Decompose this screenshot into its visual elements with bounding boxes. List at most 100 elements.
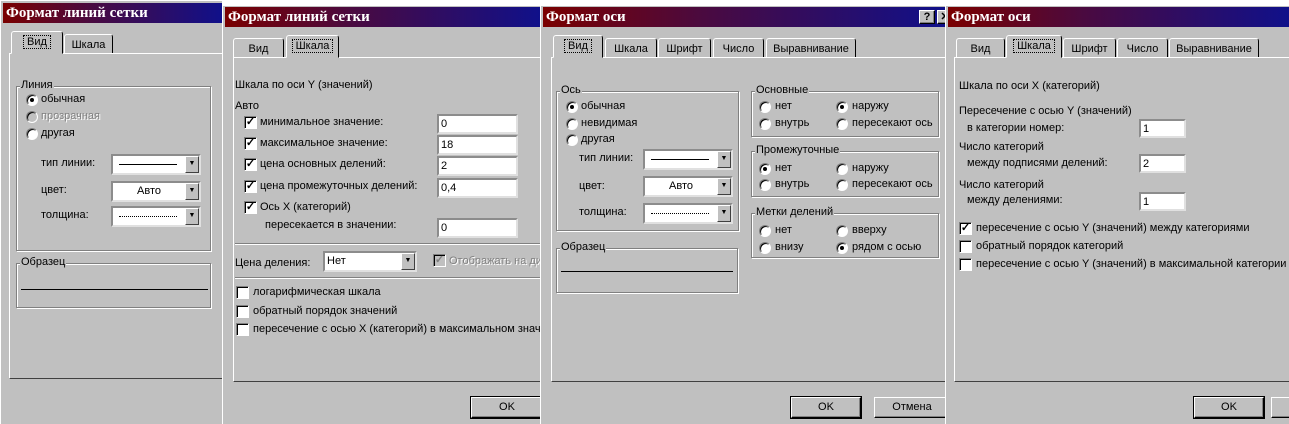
- radio-label: нет: [775, 162, 792, 174]
- cross-category-input[interactable]: 1: [1139, 119, 1186, 138]
- ok-button[interactable]: OK: [1193, 396, 1265, 419]
- weight-select[interactable]: ▼: [111, 206, 201, 227]
- dialog-axis-scale: Формат оси Вид Шкала Шрифт Число Выравни…: [945, 5, 1289, 424]
- labels-next-to-axis-radio[interactable]: [836, 242, 848, 254]
- cross-at-max-checkbox[interactable]: [959, 258, 972, 271]
- dialog-gridlines-view: Формат линий сетки Вид Шкала Линия обычн…: [0, 0, 222, 424]
- label-interval-input[interactable]: 2: [1139, 154, 1186, 173]
- radio-invisible[interactable]: [566, 118, 578, 130]
- option-label: пересечение с осью X (категорий) в макси…: [253, 323, 540, 335]
- tab-view[interactable]: Вид: [11, 31, 63, 54]
- dialog-axis-view: Формат оси ? ✕ Вид Шкала Шрифт Число Выр…: [540, 5, 945, 424]
- tick-interval-input[interactable]: 1: [1139, 192, 1186, 211]
- log-scale-checkbox[interactable]: [236, 286, 249, 299]
- dialog-title: Формат оси: [543, 7, 945, 27]
- display-label: Отображать на ди: [449, 255, 540, 267]
- tab-font[interactable]: Шрифт: [658, 38, 711, 58]
- radio-other[interactable]: [566, 134, 578, 146]
- labels-low-radio[interactable]: [759, 242, 771, 254]
- group-legend: Промежуточные: [755, 144, 841, 156]
- labels-high-radio[interactable]: [836, 225, 848, 237]
- cancel-button[interactable]: [1271, 397, 1289, 418]
- max-value-input[interactable]: 18: [437, 135, 518, 155]
- dialog-title: Формат линий сетки: [225, 7, 540, 27]
- major-unit-checkbox[interactable]: ✓: [244, 158, 257, 171]
- line-type-select[interactable]: ▼: [111, 154, 201, 175]
- reverse-order-checkbox[interactable]: [236, 305, 249, 318]
- tab-view[interactable]: Вид: [233, 38, 284, 58]
- cross-between-checkbox[interactable]: ✓: [959, 222, 972, 235]
- ok-button[interactable]: OK: [470, 396, 540, 419]
- tab-alignment[interactable]: Выравнивание: [1169, 38, 1259, 58]
- minor-unit-checkbox[interactable]: ✓: [244, 180, 257, 193]
- cancel-button[interactable]: Отмена: [874, 397, 945, 418]
- x-axis-cross-checkbox[interactable]: ✓: [244, 201, 257, 214]
- cross-at-input[interactable]: 0: [437, 218, 518, 238]
- scale-title: Шкала по оси Y (значений): [235, 79, 373, 91]
- ok-button[interactable]: OK: [790, 396, 862, 419]
- help-button[interactable]: ?: [919, 10, 935, 24]
- tab-font[interactable]: Шрифт: [1063, 38, 1116, 58]
- group-legend: Образец: [560, 241, 607, 253]
- radio-label: прозрачная: [41, 110, 100, 122]
- cross-at-max-checkbox[interactable]: [236, 323, 249, 336]
- group-legend: Метки делений: [755, 206, 835, 218]
- radio-normal[interactable]: [566, 101, 578, 113]
- reverse-order-checkbox[interactable]: [959, 240, 972, 253]
- major-outside-radio[interactable]: [836, 101, 848, 113]
- major-unit-label: цена основных делений:: [260, 158, 386, 170]
- radio-label: пересекают ось: [852, 117, 933, 129]
- tick-unit-select[interactable]: Нет ▼: [323, 251, 417, 272]
- minor-outside-radio[interactable]: [836, 163, 848, 175]
- radio-label: нет: [775, 224, 792, 236]
- option-label: пересечение с осью Y (значений) в максим…: [976, 258, 1287, 270]
- tab-scale[interactable]: Шкала: [286, 35, 339, 58]
- radio-label: внутрь: [775, 178, 810, 190]
- line-type-label: тип линии:: [579, 152, 634, 164]
- color-select[interactable]: Авто ▼: [111, 181, 201, 202]
- tab-number[interactable]: Число: [713, 38, 764, 58]
- major-cross-radio[interactable]: [836, 118, 848, 130]
- min-value-input[interactable]: 0: [437, 114, 518, 134]
- weight-label: толщина:: [41, 209, 89, 221]
- radio-label: рядом с осью: [852, 241, 922, 253]
- tab-scale[interactable]: Шкала: [605, 38, 657, 58]
- radio-transparent[interactable]: [26, 111, 38, 123]
- major-unit-input[interactable]: 2: [437, 156, 518, 176]
- dialog-title: Формат оси: [948, 7, 1289, 27]
- radio-other[interactable]: [26, 128, 38, 140]
- tab-scale[interactable]: Шкала: [64, 34, 113, 54]
- radio-label: наружу: [852, 162, 889, 174]
- tab-number[interactable]: Число: [1117, 38, 1168, 58]
- tab-view[interactable]: Вид: [956, 38, 1005, 58]
- minor-unit-input[interactable]: 0,4: [437, 178, 518, 198]
- display-checkbox[interactable]: ✓: [433, 254, 446, 267]
- tab-alignment[interactable]: Выравнивание: [766, 38, 856, 58]
- tab-scale[interactable]: Шкала: [1006, 35, 1062, 58]
- option-label: пересечение с осью Y (значений) между ка…: [976, 222, 1250, 234]
- labels-none-radio[interactable]: [759, 225, 771, 237]
- line-type-select[interactable]: ▼: [643, 149, 733, 170]
- minor-none-radio[interactable]: [759, 163, 771, 175]
- chevron-down-icon: ▼: [185, 208, 199, 225]
- x-axis-label: Ось X (категорий): [260, 201, 351, 213]
- major-inside-radio[interactable]: [759, 118, 771, 130]
- color-value: Авто: [137, 185, 161, 197]
- group-legend: Линия: [20, 79, 54, 91]
- major-none-radio[interactable]: [759, 101, 771, 113]
- color-select[interactable]: Авто ▼: [643, 176, 733, 197]
- max-auto-checkbox[interactable]: ✓: [244, 137, 257, 150]
- radio-normal[interactable]: [26, 94, 38, 106]
- close-button[interactable]: ✕: [937, 10, 945, 24]
- tab-label: Вид: [23, 35, 51, 49]
- field-label: Число категорий: [959, 179, 1044, 191]
- tab-view[interactable]: Вид: [553, 35, 603, 58]
- minor-inside-radio[interactable]: [759, 179, 771, 191]
- color-value: Авто: [669, 180, 693, 192]
- minor-cross-radio[interactable]: [836, 179, 848, 191]
- min-auto-checkbox[interactable]: ✓: [244, 116, 257, 129]
- weight-select[interactable]: ▼: [643, 203, 733, 224]
- radio-label: внутрь: [775, 117, 810, 129]
- group-legend: Образец: [20, 256, 67, 268]
- chevron-down-icon: ▼: [401, 253, 415, 270]
